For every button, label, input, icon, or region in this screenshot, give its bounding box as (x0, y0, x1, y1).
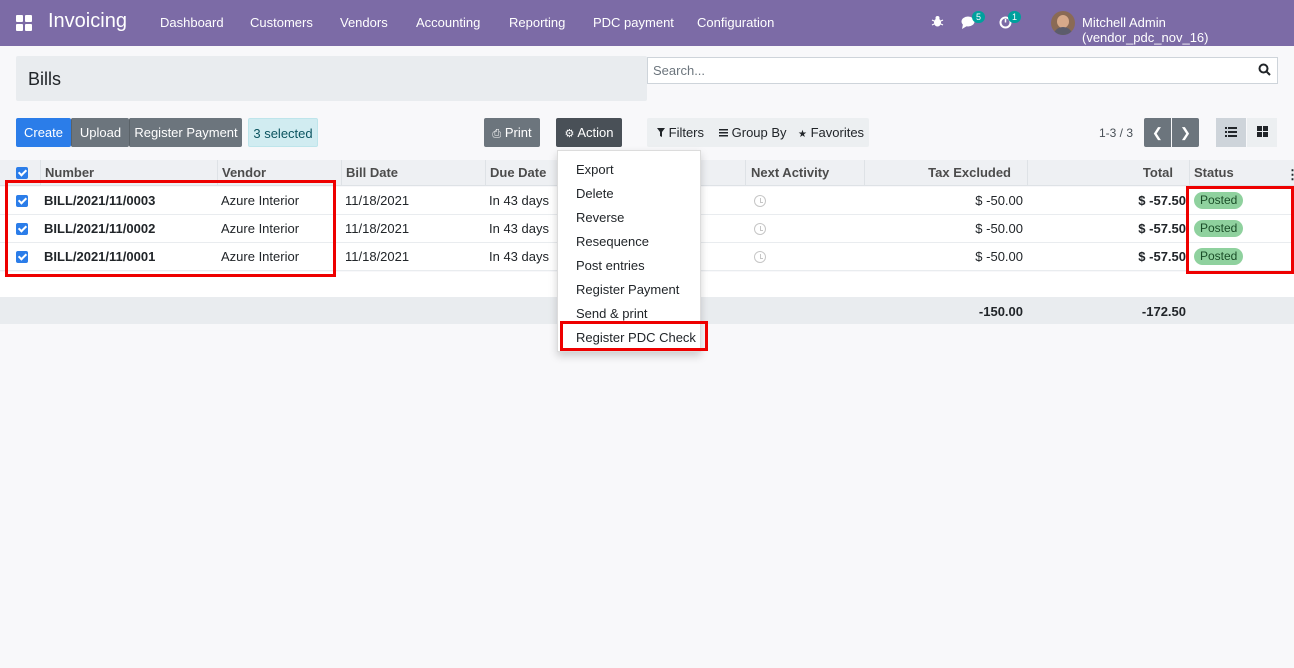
due-date: In 43 days (489, 249, 549, 264)
list-view-icon (1225, 127, 1237, 137)
print-icon: ⎙ (492, 128, 502, 140)
tax-excluded: $ -50.00 (975, 221, 1023, 236)
upload-button[interactable]: Upload (71, 118, 129, 147)
app-title[interactable]: Invoicing (48, 10, 127, 33)
menu-reporting[interactable]: Reporting (509, 15, 565, 30)
pager-value[interactable]: 1-3 / 3 (1099, 126, 1133, 140)
clock-icon[interactable] (754, 251, 766, 263)
favorites-label: Favorites (810, 125, 865, 140)
chevron-left-icon: ❮ (1152, 125, 1163, 140)
pager-previous-button[interactable]: ❮ (1144, 118, 1171, 147)
register-payment-button[interactable]: Register Payment (129, 118, 242, 147)
search-icon[interactable] (1258, 63, 1271, 76)
pager-next-button[interactable]: ❯ (1172, 118, 1199, 147)
search-box (647, 57, 1278, 84)
search-options-bar: Filters Group By ★ Favorites (647, 118, 869, 147)
footer-tax-excluded: -150.00 (978, 304, 1023, 319)
tax-excluded: $ -50.00 (975, 193, 1023, 208)
list-bars-icon (719, 129, 728, 137)
print-label: Print (504, 125, 532, 140)
bill-date: 11/18/2021 (345, 221, 410, 236)
menu-item-post-entries[interactable]: Post entries (576, 258, 645, 273)
menu-vendors[interactable]: Vendors (340, 15, 388, 30)
highlight-register-pdc-check (560, 321, 708, 351)
due-date: In 43 days (489, 193, 549, 208)
total: $ -57.50 (1138, 193, 1186, 208)
footer-total: -172.50 (1141, 304, 1186, 319)
top-navbar: Invoicing Dashboard Customers Vendors Ac… (0, 0, 1294, 46)
activities-badge: 1 (1008, 11, 1022, 23)
bill-date: 11/18/2021 (345, 249, 410, 264)
column-tax-excluded[interactable]: Tax Excluded (928, 165, 1011, 180)
menu-dashboard[interactable]: Dashboard (160, 15, 224, 30)
user-avatar[interactable] (1051, 11, 1075, 35)
breadcrumb: Bills (16, 56, 647, 101)
clock-icon[interactable] (754, 195, 766, 207)
action-label: Action (577, 125, 614, 140)
kanban-view-icon (1256, 126, 1268, 137)
bug-icon[interactable] (931, 15, 944, 28)
user-name[interactable]: Mitchell Admin (vendor_pdc_nov_16) (1082, 15, 1294, 45)
chevron-right-icon: ❯ (1180, 125, 1191, 140)
menu-item-reverse[interactable]: Reverse (576, 210, 624, 225)
page-title: Bills (28, 69, 62, 89)
menu-item-send-print[interactable]: Send & print (576, 306, 648, 321)
filter-icon (657, 128, 665, 137)
column-bill-date[interactable]: Bill Date (346, 165, 398, 180)
total: $ -57.50 (1138, 221, 1186, 236)
kanban-view-button[interactable] (1247, 118, 1277, 147)
apps-grid-icon[interactable] (16, 15, 32, 31)
tax-excluded: $ -50.00 (975, 249, 1023, 264)
column-total[interactable]: Total (1143, 165, 1173, 180)
total: $ -57.50 (1138, 249, 1186, 264)
menu-pdc-payment[interactable]: PDC payment (593, 15, 674, 30)
menu-customers[interactable]: Customers (250, 15, 313, 30)
filters-toggle[interactable]: Filters (657, 125, 704, 140)
gear-icon: ⚙ (564, 128, 575, 140)
select-all-checkbox[interactable] (16, 167, 28, 179)
highlight-status-column (1186, 186, 1294, 274)
messages-badge: 5 (972, 11, 986, 23)
menu-item-resequence[interactable]: Resequence (576, 234, 649, 249)
column-due-date[interactable]: Due Date (490, 165, 546, 180)
menu-accounting[interactable]: Accounting (416, 15, 480, 30)
menu-item-register-payment[interactable]: Register Payment (576, 282, 679, 297)
group-by-label: Group By (731, 125, 787, 140)
favorites-toggle[interactable]: ★ Favorites (798, 125, 864, 140)
bill-date: 11/18/2021 (345, 193, 410, 208)
menu-item-delete[interactable]: Delete (576, 186, 614, 201)
group-by-toggle[interactable]: Group By (719, 125, 787, 140)
column-status[interactable]: Status (1194, 165, 1234, 180)
highlight-selected-rows (5, 180, 336, 277)
selected-count-badge: 3 selected (248, 118, 318, 147)
due-date: In 43 days (489, 221, 549, 236)
action-button[interactable]: ⚙ Action (556, 118, 622, 147)
column-vendor[interactable]: Vendor (222, 165, 266, 180)
column-next-activity[interactable]: Next Activity (751, 165, 829, 180)
list-view-button[interactable] (1216, 118, 1246, 147)
column-number[interactable]: Number (45, 165, 94, 180)
create-button[interactable]: Create (16, 118, 71, 147)
menu-item-export[interactable]: Export (576, 162, 614, 177)
clock-icon[interactable] (754, 223, 766, 235)
optional-columns-icon[interactable]: ⋮ (1286, 167, 1294, 183)
filters-label: Filters (668, 125, 705, 140)
menu-configuration[interactable]: Configuration (697, 15, 774, 30)
search-input[interactable] (653, 63, 1243, 78)
star-icon: ★ (798, 129, 807, 140)
print-button[interactable]: ⎙ Print (484, 118, 540, 147)
